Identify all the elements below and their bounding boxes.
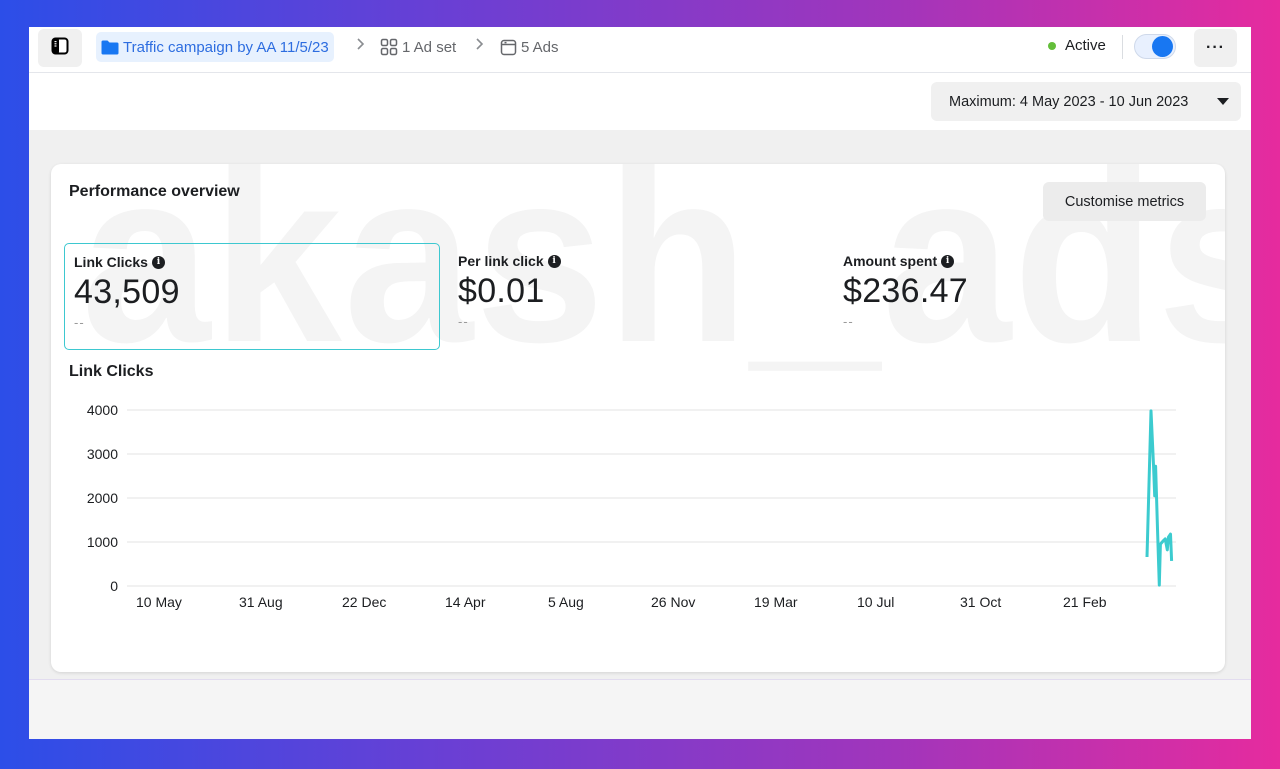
metric-label-text: Link Clicks — [74, 254, 148, 270]
metric-comparison: -- — [74, 315, 85, 330]
ellipsis-icon: ··· — [1206, 39, 1225, 56]
info-icon[interactable]: i — [941, 254, 955, 268]
caret-down-icon — [1217, 98, 1229, 105]
breadcrumb-ads-label: 5 Ads — [521, 38, 559, 56]
main-content: akash_ads Performance overview Customise… — [29, 130, 1251, 680]
date-bar: Maximum: 4 May 2023 - 10 Jun 2023 — [29, 73, 1251, 130]
y-tick-label: 1000 — [87, 534, 118, 550]
ads-manager-window: Traffic campaign by AA 11/5/23 1 Ad set — [29, 27, 1251, 739]
breadcrumb-ad-set-label: 1 Ad set — [402, 38, 457, 56]
metric-comparison: -- — [458, 314, 469, 329]
x-tick-label: 21 Feb — [1063, 594, 1107, 610]
chevron-right-icon — [475, 37, 484, 55]
y-tick-label: 0 — [110, 578, 118, 594]
campaign-on-off-toggle[interactable] — [1134, 34, 1176, 59]
metric-label: Amount spent i — [843, 253, 1201, 269]
breadcrumb-ad-set[interactable]: 1 Ad set — [380, 35, 456, 59]
campaign-status: Active — [1048, 37, 1106, 54]
metric-link-clicks[interactable]: Link Clicks i 43,509 -- — [64, 243, 440, 350]
customise-metrics-button[interactable]: Customise metrics — [1043, 182, 1206, 221]
card-title: Performance overview — [69, 183, 240, 200]
link-clicks-line-chart: 0 1000 2000 3000 4000 10 May 31 Aug 22 Dec 14 Ap… — [87, 402, 1176, 610]
divider — [1122, 35, 1123, 59]
more-options-button[interactable]: ··· — [1194, 29, 1237, 67]
chart-title: Link Clicks — [69, 363, 154, 380]
status-label: Active — [1065, 37, 1106, 54]
metric-label-text: Per link click — [458, 253, 544, 269]
panel-toggle-button[interactable] — [38, 29, 82, 67]
sidebar-panel-icon — [51, 37, 69, 60]
metric-label-text: Amount spent — [843, 253, 938, 269]
x-tick-label: 5 Aug — [548, 594, 584, 610]
x-tick-label: 26 Nov — [651, 594, 695, 610]
y-tick-label: 4000 — [87, 402, 118, 418]
performance-overview-card: akash_ads Performance overview Customise… — [51, 164, 1225, 672]
metric-label: Link Clicks i — [74, 254, 430, 270]
x-tick-label: 31 Oct — [960, 594, 1001, 610]
y-tick-label: 3000 — [87, 446, 118, 462]
x-tick-label: 22 Dec — [342, 594, 386, 610]
folder-icon — [101, 40, 119, 55]
x-tick-label: 19 Mar — [754, 594, 798, 610]
info-icon[interactable]: i — [547, 254, 561, 268]
x-tick-label: 14 Apr — [445, 594, 486, 610]
x-tick-label: 31 Aug — [239, 594, 283, 610]
breadcrumb-campaign-label: Traffic campaign by AA 11/5/23 — [123, 38, 329, 56]
date-range-picker[interactable]: Maximum: 4 May 2023 - 10 Jun 2023 — [931, 82, 1241, 121]
metric-amount-spent[interactable]: Amount spent i $236.47 -- — [834, 243, 1210, 350]
toggle-knob — [1152, 36, 1173, 57]
status-dot-icon — [1048, 41, 1056, 50]
info-icon[interactable]: i — [151, 255, 165, 269]
y-tick-label: 2000 — [87, 490, 118, 506]
metric-value: $236.47 — [843, 272, 969, 310]
chevron-right-icon — [356, 37, 365, 55]
metric-comparison: -- — [843, 314, 854, 329]
x-tick-label: 10 May — [136, 594, 182, 610]
breadcrumb-campaign[interactable]: Traffic campaign by AA 11/5/23 — [96, 32, 334, 62]
metric-value: 43,509 — [74, 273, 180, 311]
grid-icon — [380, 38, 398, 56]
metric-per-link-click[interactable]: Per link click i $0.01 -- — [449, 243, 825, 350]
ad-window-icon — [500, 39, 517, 56]
x-tick-label: 10 Jul — [857, 594, 894, 610]
breadcrumb-ads[interactable]: 5 Ads — [500, 35, 559, 59]
metric-label: Per link click i — [458, 253, 816, 269]
top-bar: Traffic campaign by AA 11/5/23 1 Ad set — [29, 27, 1251, 73]
metric-value: $0.01 — [458, 272, 545, 310]
date-range-label: Maximum: 4 May 2023 - 10 Jun 2023 — [949, 93, 1189, 110]
